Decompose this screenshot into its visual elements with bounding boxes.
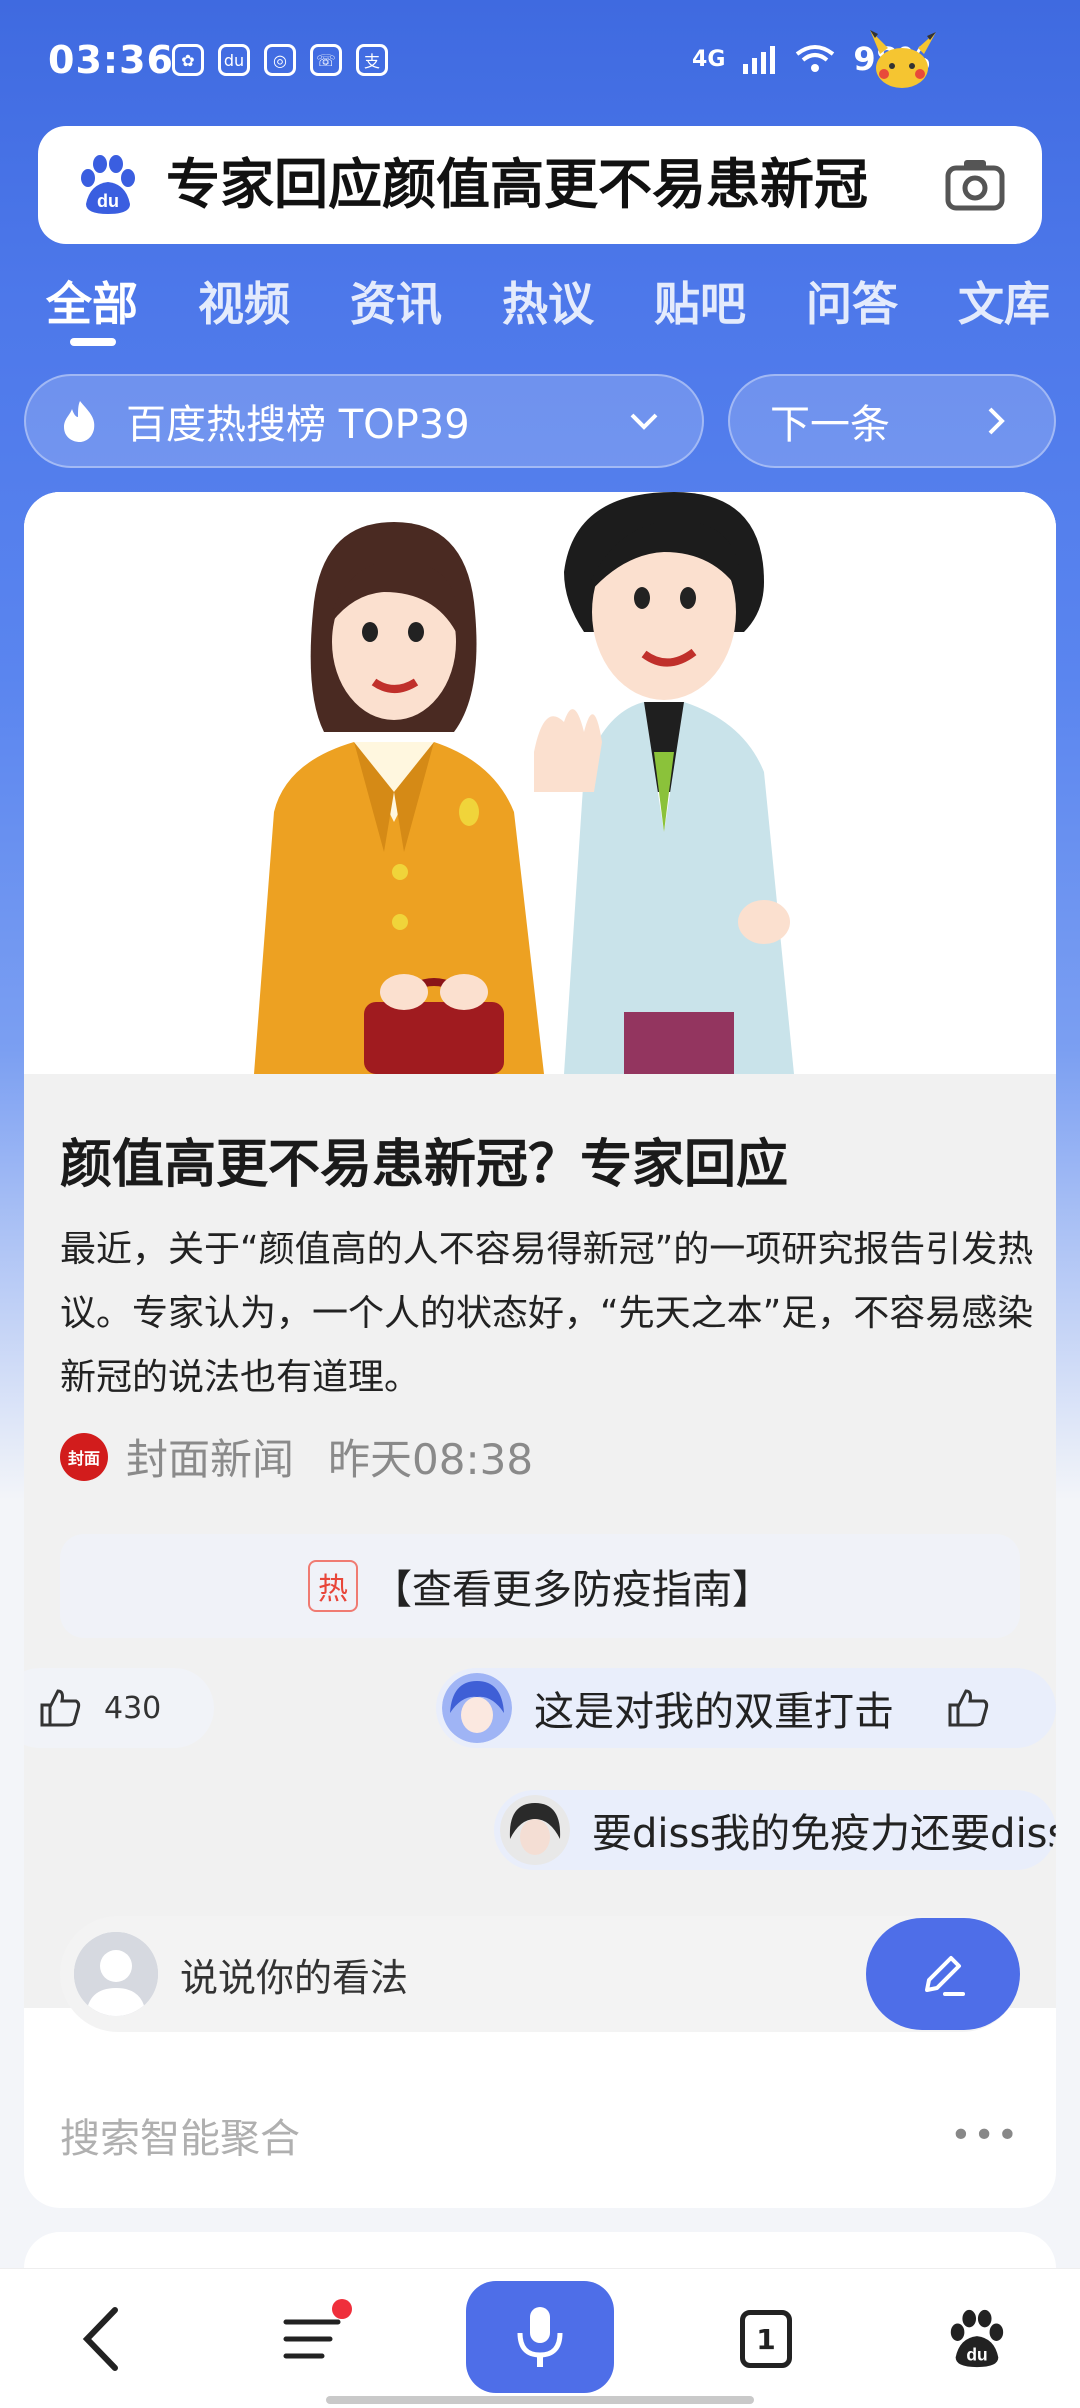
chevron-right-icon: [988, 407, 1005, 435]
source-logo-icon: 封面: [60, 1432, 108, 1481]
back-arrow-icon: [82, 2307, 118, 2371]
back-button[interactable]: [52, 2289, 152, 2389]
like-button[interactable]: 430: [24, 1668, 214, 1748]
voice-search-button[interactable]: [466, 2281, 614, 2393]
avatar: [442, 1673, 512, 1743]
tabs-button[interactable]: 1: [716, 2289, 816, 2389]
like-count: 430: [104, 1690, 162, 1726]
article-source-row: 封面 封面新闻 昨天08:38: [60, 1426, 533, 1487]
tab-tieba[interactable]: 贴吧: [654, 268, 746, 334]
notification-icons: ✿ du ◎ ☏ 支: [172, 44, 388, 76]
article-source[interactable]: 封面新闻: [126, 1426, 294, 1487]
menu-icon: [283, 2319, 341, 2359]
more-options-icon[interactable]: •••: [950, 2115, 1020, 2156]
camera-icon[interactable]: [944, 154, 1006, 216]
baidu-paw-icon: du: [950, 2309, 1004, 2368]
network-label: 4G: [692, 46, 726, 72]
next-item-button[interactable]: 下一条: [728, 374, 1056, 468]
hot-search-label: 百度热搜榜 TOP39: [126, 402, 470, 448]
hot-tag-badge: 热: [308, 1560, 358, 1612]
avatar: [74, 1932, 158, 2016]
svg-text:du: du: [966, 2344, 987, 2364]
tab-news[interactable]: 资讯: [350, 268, 442, 334]
danmu-comment[interactable]: 这是对我的双重打击: [436, 1668, 1056, 1748]
signal-icon: [743, 46, 776, 74]
pikachu-sticker-icon: [870, 30, 936, 88]
thumbs-up-icon[interactable]: [948, 1687, 990, 1729]
tab-discussion[interactable]: 热议: [502, 268, 594, 334]
alipay-notification-icon: 支: [356, 44, 388, 76]
bottom-navigation: 1 du: [0, 2268, 1080, 2408]
thumbs-up-icon: [40, 1689, 81, 1727]
status-time: 03:36: [48, 38, 174, 82]
baidu-home-button[interactable]: du: [926, 2289, 1026, 2389]
phone-notification-icon: ☏: [310, 44, 342, 76]
app-notification-icon: ◎: [264, 44, 296, 76]
danmu-comment[interactable]: 要diss我的免疫力还要diss我的颜值: [494, 1790, 1056, 1870]
epidemic-guide-link[interactable]: 热 【查看更多防疫指南】: [60, 1534, 1020, 1638]
next-item-label: 下一条: [770, 402, 890, 448]
aggregation-label: 搜索智能聚合: [60, 2116, 300, 2162]
search-box[interactable]: du 专家回应颜值高更不易患新冠: [38, 126, 1042, 244]
hot-search-rank-button[interactable]: 百度热搜榜 TOP39: [24, 374, 704, 468]
baidu-notification-icon: du: [218, 44, 250, 76]
microphone-icon: [517, 2307, 563, 2367]
article-summary: 最近，关于“颜值高的人不容易得新冠”的一项研究报告引发热议。专家认为，一个人的状…: [60, 1229, 1034, 1398]
search-query-text[interactable]: 专家回应颜值高更不易患新冠: [166, 152, 936, 218]
app-notification-icon: ✿: [172, 44, 204, 76]
baidu-paw-logo-icon: du: [81, 155, 135, 214]
tab-video[interactable]: 视频: [198, 268, 290, 334]
flame-icon: [64, 401, 95, 442]
notification-dot: [332, 2299, 352, 2319]
active-tab-indicator: [70, 338, 116, 346]
article-time: 昨天08:38: [328, 1435, 534, 1484]
article-title[interactable]: 颜值高更不易患新冠？专家回应: [60, 1122, 788, 1197]
category-tabs: 全部 视频 资讯 热议 贴吧 问答 文库: [0, 260, 1080, 350]
status-bar: 03:36 ✿ du ◎ ☏ 支 4G 98%: [0, 0, 1080, 120]
smart-aggregation-row: 搜索智能聚合 •••: [60, 2106, 1020, 2164]
danmu-text: 这是对我的双重打击: [534, 1689, 894, 1735]
comment-placeholder: 说说你的看法: [180, 1955, 409, 2000]
pen-icon: [925, 1956, 965, 1996]
guide-label: 【查看更多防疫指南】: [372, 1567, 772, 1613]
wifi-icon: [796, 45, 835, 72]
comment-input[interactable]: 说说你的看法: [60, 1916, 1020, 2032]
avatar: [500, 1795, 570, 1865]
home-indicator[interactable]: [326, 2396, 754, 2404]
tab-all[interactable]: 全部: [46, 268, 138, 334]
tab-qa[interactable]: 问答: [806, 268, 898, 334]
tab-count-icon: 1: [740, 2310, 792, 2368]
svg-text:du: du: [97, 191, 119, 211]
tab-library[interactable]: 文库: [958, 268, 1050, 334]
news-card: 颜值高更不易患新冠？专家回应 最近，关于“颜值高的人不容易得新冠”的一项研究报告…: [24, 492, 1056, 2208]
article-illustration[interactable]: [24, 492, 1056, 1074]
chevron-down-icon: [630, 413, 658, 430]
write-comment-button[interactable]: [866, 1918, 1020, 2030]
danmu-text: 要diss我的免疫力还要diss我的颜值: [592, 1811, 1056, 1857]
